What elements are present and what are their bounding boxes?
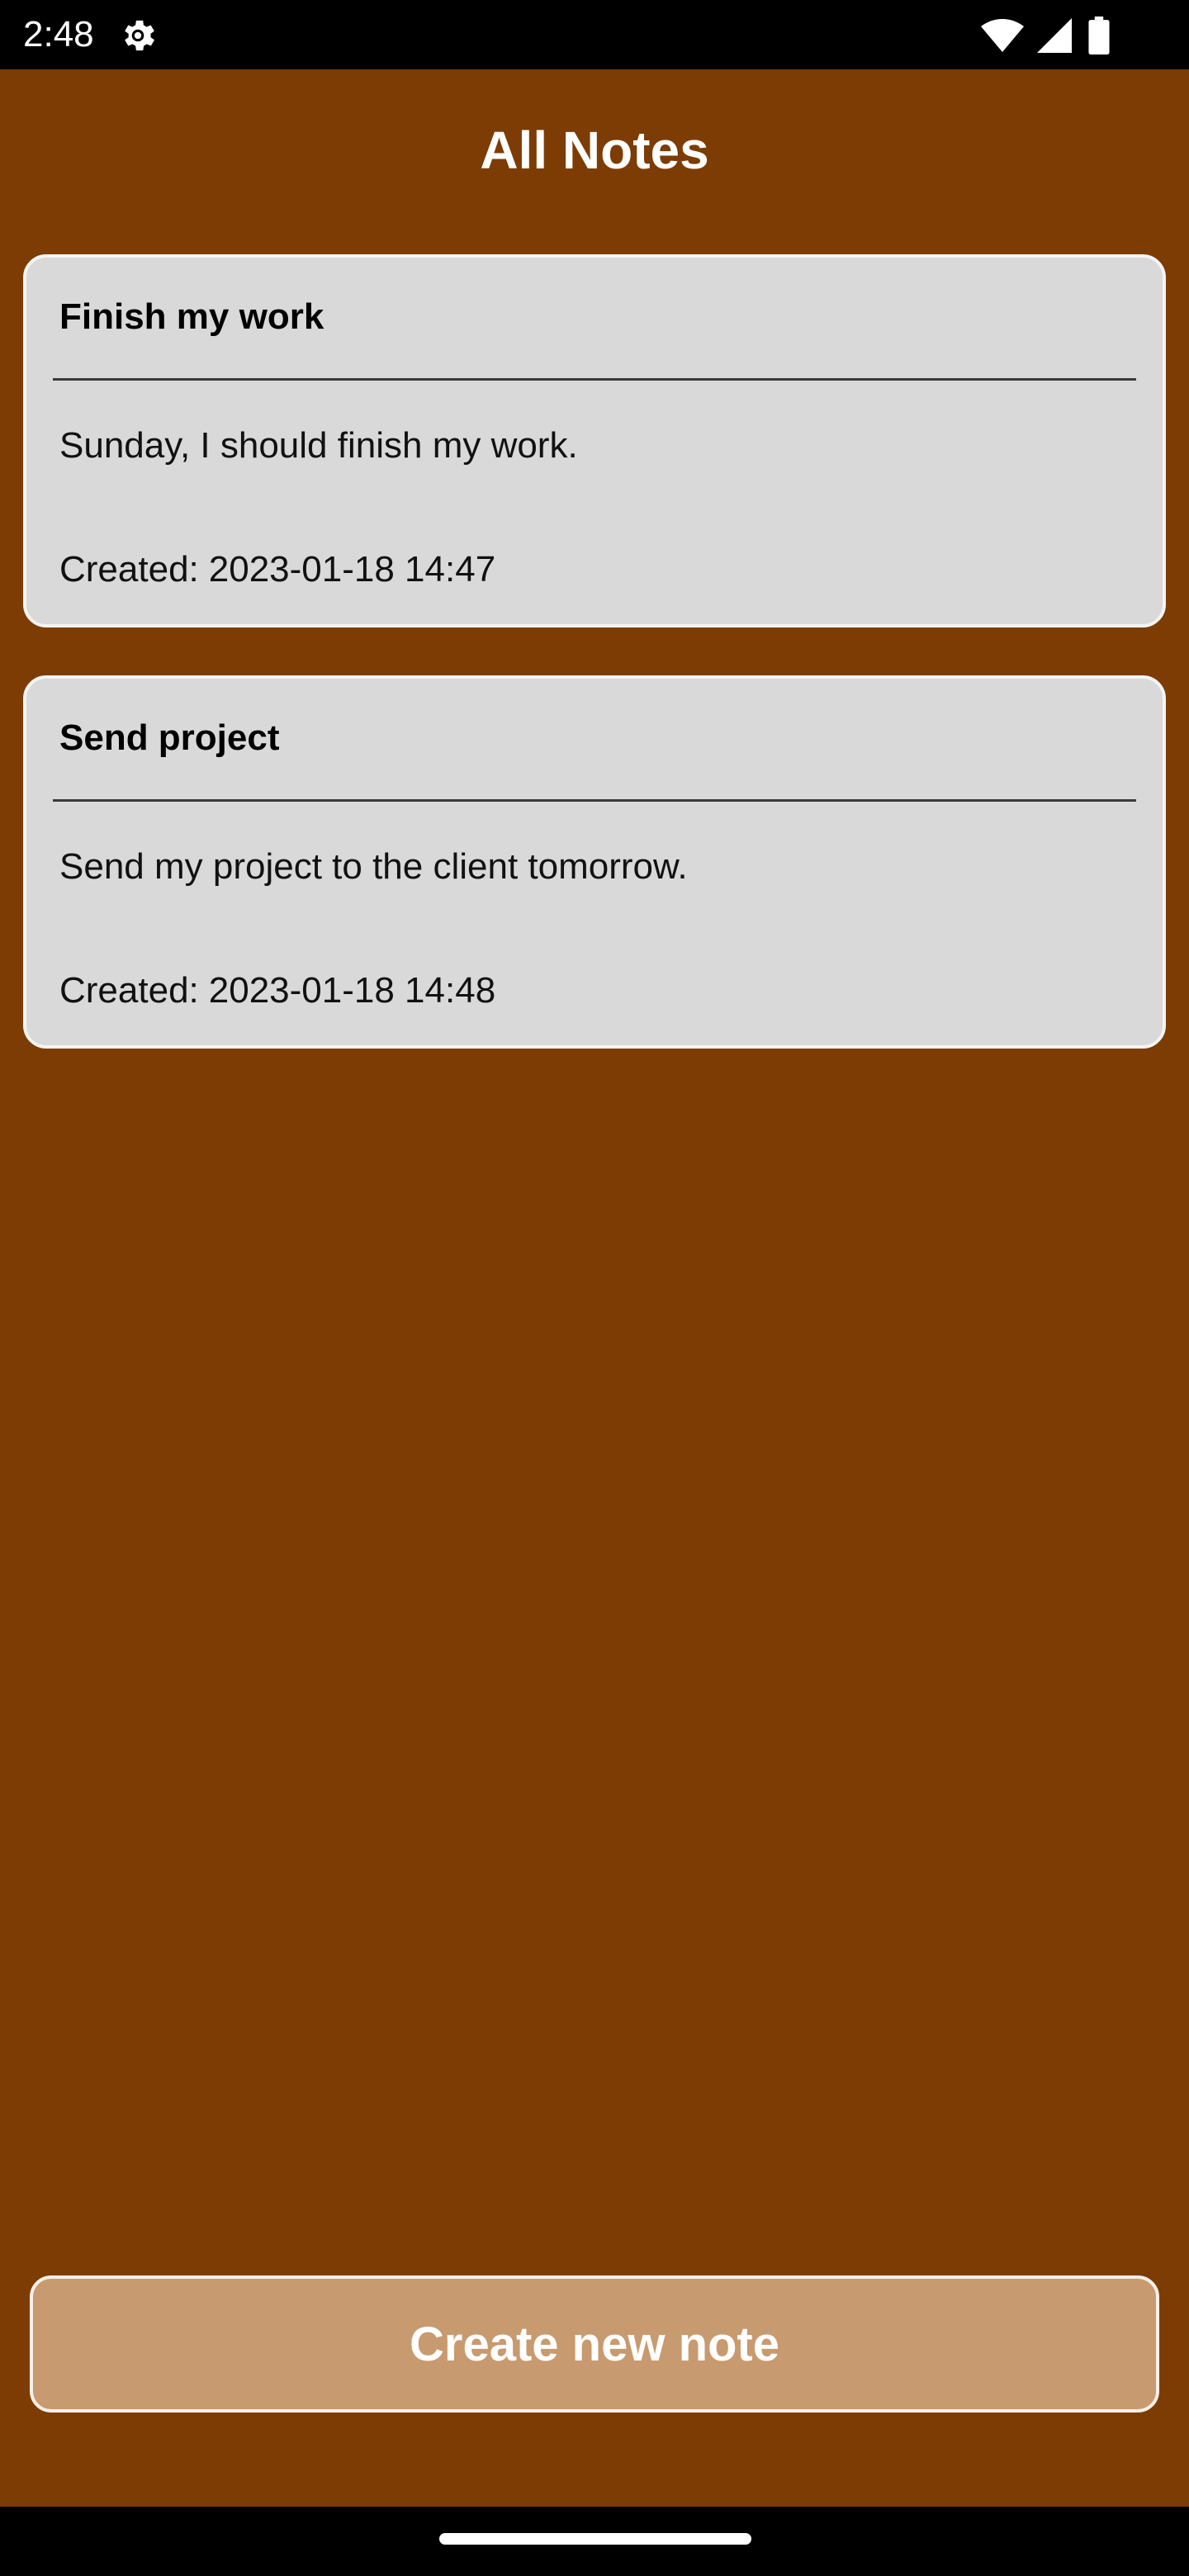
note-card[interactable]: Send project Send my project to the clie… — [23, 675, 1166, 1049]
note-body: Sunday, I should finish my work. — [59, 425, 578, 466]
cellular-signal-icon — [1037, 18, 1072, 53]
note-created-date: 2023-01-18 14:48 — [208, 970, 496, 1011]
note-title: Finish my work — [59, 296, 324, 337]
note-divider — [53, 378, 1136, 381]
navigation-bar — [0, 2507, 1189, 2576]
home-gesture-handle[interactable] — [439, 2533, 751, 2545]
settings-gear-icon — [125, 20, 154, 51]
battery-icon — [1088, 17, 1110, 54]
note-created: Created: 2023-01-18 14:48 — [59, 968, 495, 1014]
note-created-label: Created: — [59, 970, 199, 1011]
note-created: Created: 2023-01-18 14:47 — [59, 547, 495, 593]
note-body: Send my project to the client tomorrow. — [59, 846, 688, 887]
create-new-note-button[interactable]: Create new note — [30, 2275, 1159, 2413]
note-created-label: Created: — [59, 549, 199, 590]
status-time: 2:48 — [23, 14, 94, 54]
note-card[interactable]: Finish my work Sunday, I should finish m… — [23, 254, 1166, 627]
note-divider — [53, 799, 1136, 802]
note-title: Send project — [59, 717, 280, 758]
note-created-date: 2023-01-18 14:47 — [208, 549, 496, 590]
status-bar: 2:48 — [0, 0, 1189, 69]
page-title: All Notes — [480, 121, 709, 180]
wifi-icon — [981, 19, 1024, 52]
